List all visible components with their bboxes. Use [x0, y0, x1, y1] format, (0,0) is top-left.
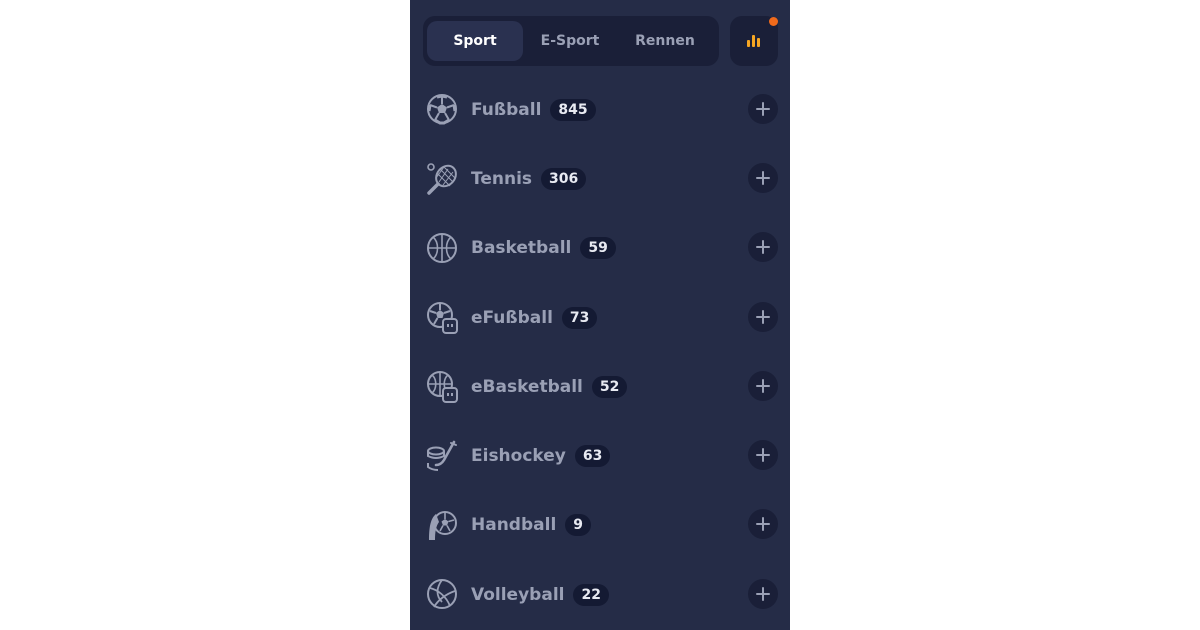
sport-item-ebasketball[interactable]: eBasketball 52 [410, 357, 790, 417]
expand-plus-button[interactable] [748, 232, 778, 262]
sport-label: eFußball [471, 308, 553, 328]
volleyball-icon [426, 578, 458, 612]
basketball-icon [426, 231, 458, 265]
ice-hockey-icon [426, 439, 458, 473]
sport-label: Fußball [471, 100, 542, 120]
sport-item-efussball[interactable]: eFußball 73 [410, 288, 790, 348]
notification-dot [769, 17, 778, 26]
expand-plus-button[interactable] [748, 440, 778, 470]
expand-plus-button[interactable] [748, 163, 778, 193]
sport-item-volleyball[interactable]: Volleyball 22 [410, 565, 790, 625]
sport-label: Tennis [471, 169, 533, 189]
handball-icon [426, 508, 458, 542]
sports-menu-panel: Sport E-Sport Rennen Fußball 845 Tennis … [410, 0, 790, 630]
sport-label: Handball [471, 515, 557, 535]
sport-item-tennis[interactable]: Tennis 306 [410, 149, 790, 209]
tab-rennen[interactable]: Rennen [617, 21, 713, 61]
expand-plus-button[interactable] [748, 579, 778, 609]
event-count-badge: 52 [591, 376, 628, 398]
tennis-racket-icon [426, 162, 458, 196]
event-count-badge: 73 [561, 307, 598, 329]
statistics-button[interactable] [730, 16, 778, 66]
ebasketball-icon [426, 370, 458, 404]
event-count-badge: 63 [574, 445, 611, 467]
esoccer-icon [426, 301, 458, 335]
bar-chart-icon [747, 35, 761, 47]
sport-label: Basketball [471, 238, 572, 258]
event-count-badge: 59 [580, 237, 616, 259]
soccer-ball-icon [426, 93, 458, 127]
sport-item-handball[interactable]: Handball 9 [410, 495, 790, 555]
tab-esport[interactable]: E-Sport [522, 21, 618, 61]
expand-plus-button[interactable] [748, 509, 778, 539]
sport-label: eBasketball [471, 377, 583, 397]
event-count-badge: 22 [573, 584, 609, 606]
sport-item-fussball[interactable]: Fußball 845 [410, 80, 790, 140]
expand-plus-button[interactable] [748, 302, 778, 332]
expand-plus-button[interactable] [748, 371, 778, 401]
sport-item-eishockey[interactable]: Eishockey 63 [410, 426, 790, 486]
sport-item-basketball[interactable]: Basketball 59 [410, 218, 790, 278]
event-count-badge: 9 [565, 514, 592, 536]
sport-label: Eishockey [471, 446, 566, 466]
expand-plus-button[interactable] [748, 94, 778, 124]
event-count-badge: 306 [541, 168, 587, 190]
tab-sport[interactable]: Sport [427, 21, 523, 61]
category-tabs: Sport E-Sport Rennen [423, 16, 719, 66]
event-count-badge: 845 [550, 99, 596, 121]
sport-label: Volleyball [471, 585, 565, 605]
